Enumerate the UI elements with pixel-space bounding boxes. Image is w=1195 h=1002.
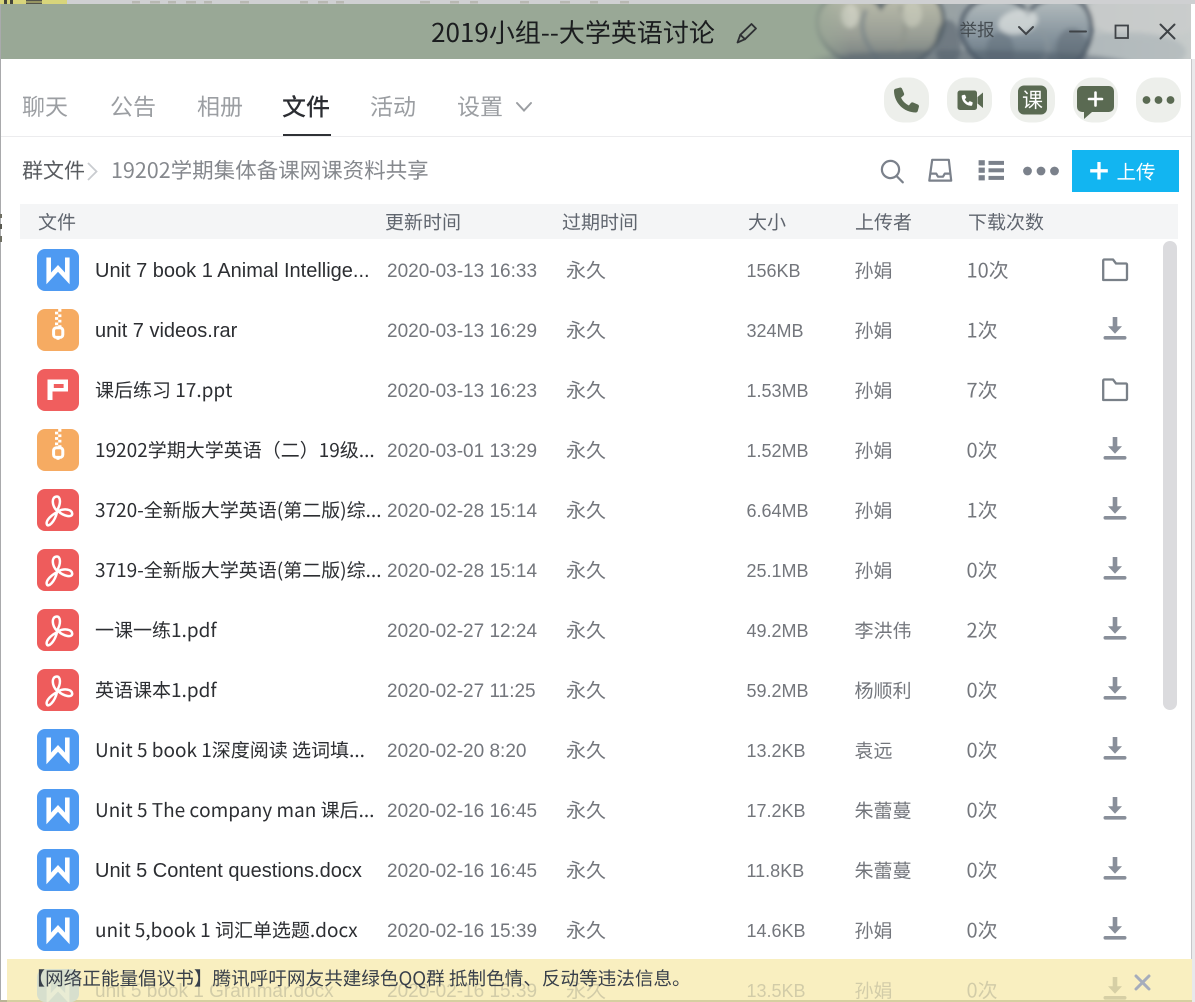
svg-text:13.5KB: 13.5KB xyxy=(747,981,806,1001)
svg-text:1.52MB: 1.52MB xyxy=(747,441,809,461)
svg-text:2020-03-13 16:33: 2020-03-13 16:33 xyxy=(387,261,537,282)
svg-text:11.8KB: 11.8KB xyxy=(747,861,805,881)
svg-text:14.6KB: 14.6KB xyxy=(747,921,806,941)
svg-text:2020-02-27 12:24: 2020-02-27 12:24 xyxy=(387,621,537,642)
svg-text:Unit 5 Content questions.docx: Unit 5 Content questions.docx xyxy=(95,860,362,882)
svg-text:2020-03-01 13:29: 2020-03-01 13:29 xyxy=(387,441,537,462)
svg-text:2020-02-28 15:14: 2020-02-28 15:14 xyxy=(387,561,537,582)
svg-text:2020-02-16 16:45: 2020-02-16 16:45 xyxy=(387,801,537,822)
svg-text:Unit 7 book 1 Animal Intellige: Unit 7 book 1 Animal Intellige... xyxy=(95,260,370,282)
svg-text:156KB: 156KB xyxy=(747,261,801,281)
svg-text:49.2MB: 49.2MB xyxy=(747,621,809,641)
svg-text:17.2KB: 17.2KB xyxy=(747,801,806,821)
svg-text:25.1MB: 25.1MB xyxy=(747,561,809,581)
svg-text:2020-02-16 16:45: 2020-02-16 16:45 xyxy=(387,861,537,882)
svg-text:unit 7 videos.rar: unit 7 videos.rar xyxy=(95,320,238,342)
svg-text:6.64MB: 6.64MB xyxy=(747,501,809,521)
svg-text:2020-02-28 15:14: 2020-02-28 15:14 xyxy=(387,501,537,522)
svg-text:2020-03-13 16:23: 2020-03-13 16:23 xyxy=(387,381,537,402)
svg-text:13.2KB: 13.2KB xyxy=(747,741,806,761)
svg-text:2020-02-16 15:39: 2020-02-16 15:39 xyxy=(387,921,537,942)
svg-text:2020-02-16 15:39: 2020-02-16 15:39 xyxy=(387,981,537,1002)
svg-text:324MB: 324MB xyxy=(747,321,804,341)
svg-text:1.53MB: 1.53MB xyxy=(747,381,809,401)
svg-text:2020-02-27 11:25: 2020-02-27 11:25 xyxy=(387,681,536,702)
svg-text:59.2MB: 59.2MB xyxy=(747,681,809,701)
svg-text:2020-02-20 8:20: 2020-02-20 8:20 xyxy=(387,741,526,762)
svg-text:2020-03-13 16:29: 2020-03-13 16:29 xyxy=(387,321,537,342)
